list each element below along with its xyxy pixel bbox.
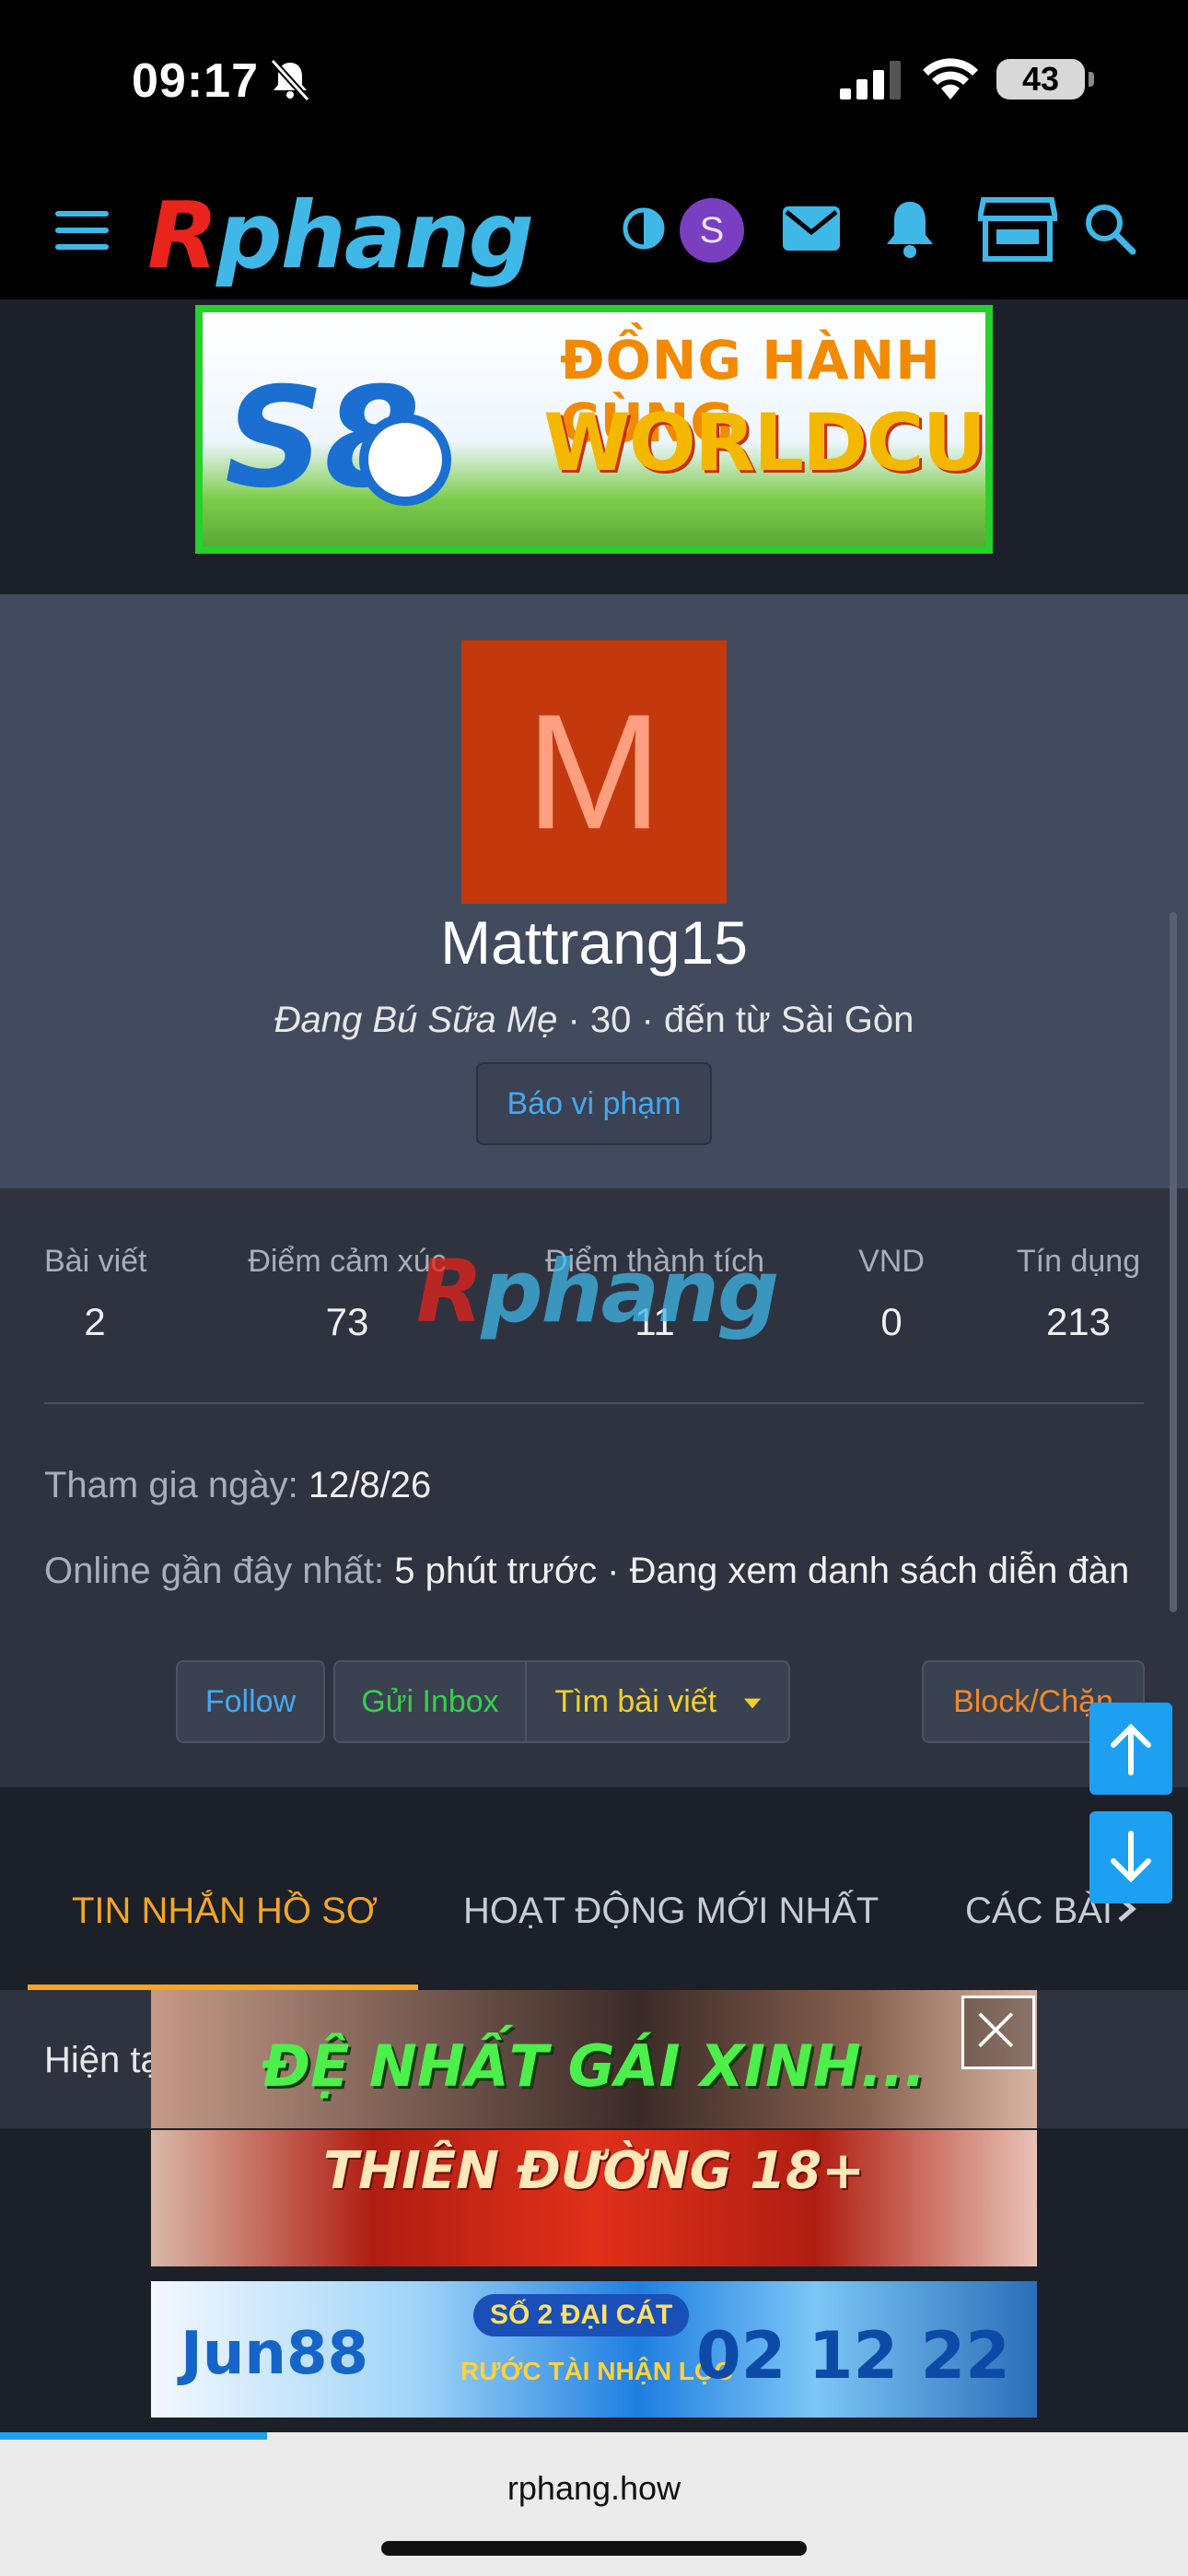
scroll-to-top-button[interactable] (1089, 1703, 1172, 1795)
logo-text: phang (216, 181, 534, 289)
user-age: 30 (589, 1000, 632, 1040)
site-logo[interactable]: Rphang (147, 181, 534, 289)
meta-separator: · (557, 1000, 590, 1040)
stat-label: VND (858, 1244, 925, 1279)
stat-label: Bài viết (44, 1244, 147, 1279)
site-header: Rphang S (0, 161, 1188, 299)
send-inbox-button[interactable]: Gửi Inbox (333, 1660, 527, 1743)
watermark-letter: R (416, 1242, 483, 1342)
meta-separator: · (631, 1000, 664, 1040)
stat-label: Tín dụng (1016, 1244, 1141, 1279)
profile-card: M Mattrang15 Đang Bú Sữa Mẹ · 30 · đến t… (0, 594, 1188, 1188)
profile-username: Mattrang15 (440, 908, 748, 977)
tab-profile-posts[interactable]: TIN NHẮN HỒ SƠ (72, 1891, 378, 1932)
stats-divider (44, 1402, 1144, 1404)
find-posts-button[interactable]: Tìm bài viết (525, 1660, 790, 1743)
arrow-down-icon (1111, 1831, 1151, 1883)
profile-stats: Bài viết 2 Điểm cảm xúc 73 Điểm thành tí… (0, 1188, 1188, 1787)
ad3-brand: Jun88 (181, 2320, 368, 2388)
user-location: đến từ Sài Gòn (663, 1000, 914, 1040)
banner-area: S8 ĐỒNG HÀNH CÙNG WORLDCUP (0, 299, 1188, 594)
mail-icon[interactable] (781, 203, 842, 254)
store-icon[interactable] (978, 196, 1057, 263)
browser-address-bar[interactable]: rphang.how (0, 2432, 1188, 2576)
search-icon[interactable] (1083, 202, 1136, 255)
close-icon (978, 2012, 1014, 2048)
stat-credit: Tín dụng 213 (1013, 1244, 1144, 1344)
stat-vnd: VND 0 (855, 1244, 928, 1344)
soccer-ball-icon (359, 414, 451, 506)
stat-value: 213 (1045, 1300, 1112, 1343)
profile-meta: Đang Bú Sữa Mẹ · 30 · đến từ Sài Gòn (0, 1000, 1188, 1041)
stat-value: 0 (880, 1300, 903, 1343)
ad-banner-18plus[interactable]: THIÊN ĐƯỜNG 18+ (151, 2130, 1037, 2266)
watermark-text: phang (481, 1242, 779, 1342)
ad3-date: 02 12 22 (696, 2318, 1010, 2394)
joined-value: 12/8/26 (308, 1465, 432, 1505)
caret-down-icon (743, 1698, 761, 1709)
logo-watermark: Rphang (416, 1242, 779, 1342)
status-time: 09:17 (132, 54, 259, 108)
browser-url[interactable]: rphang.how (0, 2469, 1188, 2508)
last-seen-label: Online gần đây nhất: (44, 1551, 385, 1591)
bell-muted-icon (270, 58, 310, 101)
page-load-progress (0, 2432, 267, 2440)
status-bar: 09:17 43 (0, 0, 1188, 161)
report-button[interactable]: Báo vi phạm (476, 1062, 712, 1145)
ad-banner-girls[interactable]: ĐỆ NHẤT GÁI XINH... (151, 1990, 1037, 2128)
ad-banner-jun88[interactable]: Jun88 SỐ 2 ĐẠI CÁT RƯỚC TÀI NHẬN LỘC 02 … (151, 2281, 1037, 2418)
last-seen-value[interactable]: 5 phút trước · Đang xem danh sách diễn đ… (394, 1551, 1129, 1591)
battery-indicator: 43 (996, 59, 1094, 100)
home-indicator[interactable] (381, 2541, 807, 2556)
user-title: Đang Bú Sữa Mẹ (274, 1000, 558, 1040)
stat-value[interactable]: 2 (44, 1300, 146, 1344)
wifi-icon (923, 58, 978, 100)
banner-line2: WORLDCUP (543, 397, 993, 489)
ad1-text: ĐỆ NHẤT GÁI XINH... (262, 2032, 926, 2100)
tab-latest-activity[interactable]: HOẠT ĐỘNG MỚI NHẤT (463, 1891, 879, 1932)
profile-tabs: TIN NHẮN HỒ SƠ HOẠT ĐỘNG MỚI NHẤT CÁC BÀ… (0, 1787, 1188, 1990)
scroll-to-bottom-button[interactable] (1089, 1811, 1172, 1903)
ad2-text: THIÊN ĐƯỜNG 18+ (322, 2141, 866, 2201)
user-avatar[interactable]: S (680, 198, 744, 263)
profile-avatar[interactable]: M (461, 640, 727, 904)
stat-posts: Bài viết 2 (44, 1244, 147, 1344)
notification-bell-icon[interactable] (882, 198, 938, 259)
ad-banner-s8[interactable]: S8 ĐỒNG HÀNH CÙNG WORLDCUP (195, 305, 993, 554)
page-scrollbar[interactable] (1170, 912, 1177, 1612)
close-ad-button[interactable] (961, 1996, 1035, 2069)
joined-date: Tham gia ngày: 12/8/26 (44, 1465, 431, 1506)
ad3-subtitle: RƯỚC TÀI NHẬN LỘC (460, 2357, 733, 2385)
last-seen: Online gần đây nhất: 5 phút trước · Đang… (44, 1539, 1144, 1603)
cellular-signal-icon (840, 61, 901, 100)
find-posts-label: Tìm bài viết (554, 1684, 717, 1719)
follow-button[interactable]: Follow (176, 1660, 325, 1743)
theme-toggle-icon[interactable] (623, 207, 665, 250)
ad3-badge: SỐ 2 ĐẠI CÁT (473, 2294, 690, 2336)
joined-label: Tham gia ngày: (44, 1465, 298, 1505)
hamburger-menu-icon[interactable] (55, 209, 109, 252)
arrow-up-icon (1111, 1723, 1151, 1775)
logo-letter: R (147, 181, 218, 289)
